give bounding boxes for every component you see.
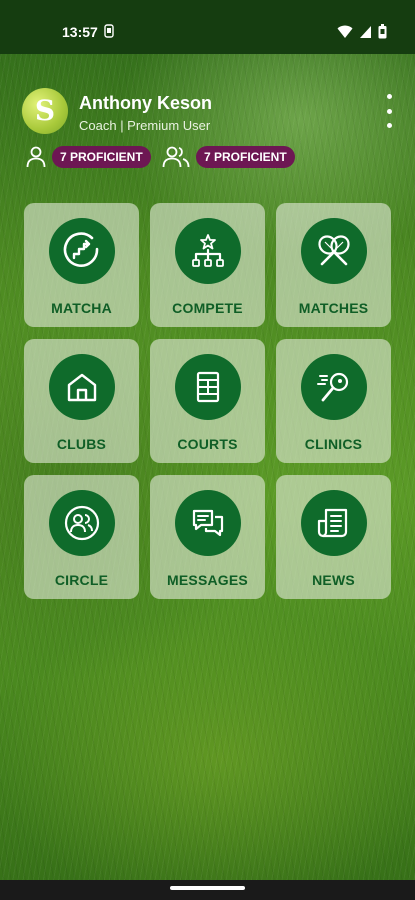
tile-icon-circle: [174, 490, 241, 556]
tile-clinics[interactable]: CLINICS: [276, 339, 391, 463]
tile-label: COMPETE: [172, 300, 243, 316]
proficiency-badge: 7 PROFICIENT: [196, 146, 295, 168]
tile-label: COURTS: [177, 436, 238, 452]
person-icon: [26, 146, 46, 168]
feature-grid: MATCHA COMPETE MATCHES CLUBS COURTS CLIN…: [24, 203, 392, 601]
home-indicator[interactable]: [170, 886, 245, 890]
status-time: 13:57: [62, 24, 98, 40]
group-proficiency: 7 PROFICIENT: [162, 146, 295, 168]
menu-dot: [386, 123, 392, 128]
app-logo: S: [22, 88, 68, 134]
progress-stairs-icon: [63, 232, 98, 267]
newspaper-icon: [317, 508, 347, 538]
more-vertical-icon: [386, 94, 392, 99]
tile-label: MESSAGES: [167, 572, 248, 588]
tile-compete[interactable]: COMPETE: [150, 203, 265, 327]
tile-label: CLUBS: [56, 436, 107, 452]
logo-letter: S: [34, 93, 56, 127]
navigation-bar: [0, 880, 415, 900]
personal-proficiency: 7 PROFICIENT: [26, 146, 151, 168]
tournament-bracket-icon: [191, 234, 224, 267]
proficiency-badges: 7 PROFICIENT 7 PROFICIENT: [26, 146, 326, 172]
circle-people-icon: [64, 505, 99, 541]
tile-icon-circle: [174, 218, 241, 284]
tile-news[interactable]: NEWS: [276, 475, 391, 599]
chat-bubbles-icon: [192, 509, 223, 537]
tile-icon-circle: [48, 218, 115, 284]
profile-header: S Anthony Keson Coach | Premium User: [22, 88, 402, 138]
group-icon: [162, 146, 190, 168]
tile-icon-circle: [300, 354, 367, 420]
tile-label: MATCHA: [51, 300, 112, 316]
tile-messages[interactable]: MESSAGES: [150, 475, 265, 599]
wifi-icon: [337, 25, 353, 38]
status-bar: 13:57: [0, 0, 415, 54]
tile-label: MATCHES: [298, 300, 369, 316]
tile-label: NEWS: [312, 572, 355, 588]
tile-icon-circle: [300, 490, 367, 556]
crossed-rackets-icon: [317, 235, 350, 266]
tile-matcha[interactable]: MATCHA: [24, 203, 139, 327]
proficiency-badge: 7 PROFICIENT: [52, 146, 151, 168]
tile-clubs[interactable]: CLUBS: [24, 339, 139, 463]
tile-label: CIRCLE: [54, 572, 109, 588]
racket-ball-icon: [316, 372, 348, 402]
court-icon: [196, 371, 219, 403]
home-icon: [67, 373, 96, 402]
sim-card-icon: [104, 24, 114, 38]
user-role: Coach | Premium User: [79, 118, 211, 133]
tile-icon-circle: [48, 354, 115, 420]
tile-icon-circle: [174, 354, 241, 420]
status-icons: [337, 24, 387, 39]
tile-courts[interactable]: COURTS: [150, 339, 265, 463]
tile-label: CLINICS: [304, 436, 363, 452]
battery-icon: [378, 24, 387, 39]
tile-icon-circle: [300, 218, 367, 284]
tile-matches[interactable]: MATCHES: [276, 203, 391, 327]
menu-dot: [386, 108, 392, 114]
signal-icon: [360, 25, 371, 38]
tile-circle[interactable]: CIRCLE: [24, 475, 139, 599]
more-menu-button[interactable]: [382, 94, 396, 128]
tile-icon-circle: [48, 490, 115, 556]
user-name: Anthony Keson: [79, 93, 212, 113]
